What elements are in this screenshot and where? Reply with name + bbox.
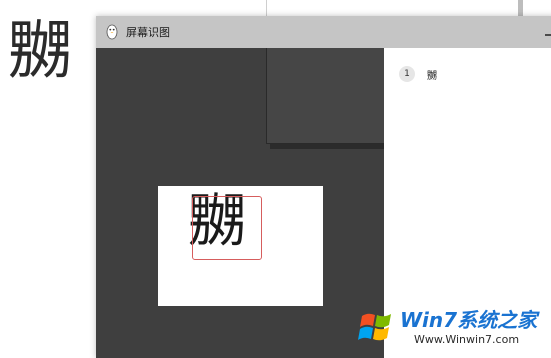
recognition-box[interactable] [192, 196, 262, 260]
background-large-character: 嬲 [8, 15, 72, 89]
snapshot-image: 嬲 [158, 186, 323, 306]
penguin-icon [106, 24, 118, 40]
captured-panel-shadow [270, 144, 384, 149]
result-item[interactable]: 1 嬲 [399, 66, 437, 82]
result-text: 嬲 [427, 70, 437, 82]
result-index-badge: 1 [399, 66, 415, 82]
captured-panel [266, 48, 384, 144]
title-bar[interactable]: 屏幕识图 [96, 16, 551, 48]
window-title: 屏幕识图 [126, 26, 170, 39]
capture-area[interactable]: 嬲 [96, 48, 384, 358]
minimize-button[interactable] [542, 22, 551, 40]
watermark-brand: Win7系统之家 [400, 308, 538, 332]
watermark: Win7系统之家 Www.Winwin7.com [356, 302, 551, 354]
watermark-url: Www.Winwin7.com [414, 333, 520, 346]
windows-flag-icon [356, 306, 398, 348]
